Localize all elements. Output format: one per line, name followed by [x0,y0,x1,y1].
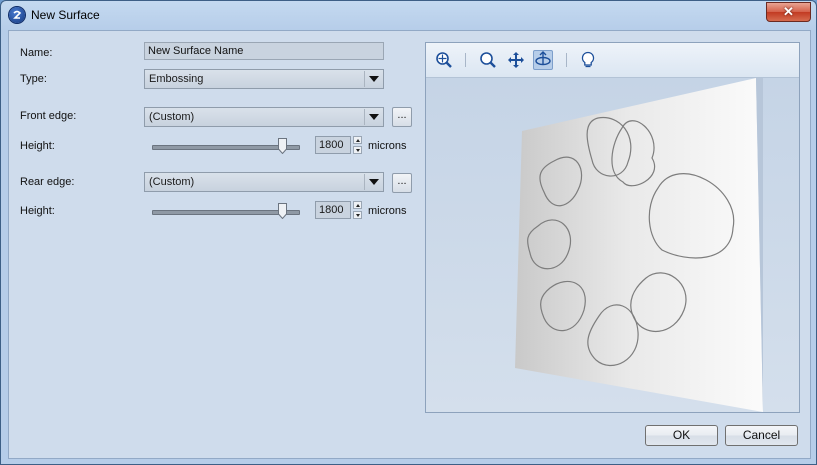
ok-button[interactable]: OK [645,425,718,446]
surface-preview-canvas[interactable] [426,78,799,412]
front-edge-dropdown[interactable]: (Custom) [144,107,384,127]
rear-edge-label: Rear edge: [20,176,75,188]
rear-edge-dropdown-value: (Custom) [149,176,195,188]
type-dropdown-value: Embossing [149,73,204,85]
name-input[interactable]: New Surface Name [144,42,384,60]
spin-up-icon[interactable] [353,136,362,144]
rear-height-slider-thumb[interactable] [278,203,287,219]
front-edge-dropdown-value: (Custom) [149,111,195,123]
front-height-spinner[interactable] [353,136,363,154]
pan-icon[interactable] [506,50,526,70]
chevron-down-icon[interactable] [364,71,382,87]
name-label: Name: [20,47,53,59]
front-edge-more-button[interactable]: ... [392,107,412,127]
front-height-unit: microns [368,140,407,152]
spin-down-icon[interactable] [353,146,362,154]
front-edge-label: Front edge: [20,110,77,122]
close-button[interactable]: ✕ [766,2,811,22]
preview-viewport[interactable] [425,42,800,413]
close-icon: ✕ [783,4,794,19]
type-dropdown[interactable]: Embossing [144,69,384,89]
surface-plate [515,78,763,412]
zoom-extents-icon[interactable] [434,50,454,70]
front-height-label: Height: [20,140,55,152]
cancel-button[interactable]: Cancel [725,425,798,446]
window-title: New Surface [31,8,100,22]
zoom-icon[interactable] [478,50,498,70]
viewer-toolbar [426,43,799,78]
dialog-window: New Surface ✕ Name: New Surface Name Typ… [0,0,817,465]
type-label: Type: [20,73,47,85]
light-bulb-icon[interactable] [578,50,598,70]
front-height-slider-thumb[interactable] [278,138,287,154]
rear-height-input[interactable]: 1800 [315,201,351,219]
chevron-down-icon[interactable] [364,109,382,125]
rear-height-label: Height: [20,205,55,217]
dialog-body: Name: New Surface Name Type: Embossing F… [8,30,811,459]
rotate-icon[interactable] [533,50,553,70]
chevron-down-icon[interactable] [364,174,382,190]
rear-height-unit: microns [368,205,407,217]
rear-height-spinner[interactable] [353,201,363,219]
spin-down-icon[interactable] [353,211,362,219]
rear-edge-more-button[interactable]: ... [392,173,412,193]
toolbar-separator [465,53,466,67]
spin-up-icon[interactable] [353,201,362,209]
rear-edge-dropdown[interactable]: (Custom) [144,172,384,192]
title-bar[interactable]: New Surface ✕ [1,1,816,30]
front-height-input[interactable]: 1800 [315,136,351,154]
toolbar-separator [566,53,567,67]
app-icon [9,7,25,23]
